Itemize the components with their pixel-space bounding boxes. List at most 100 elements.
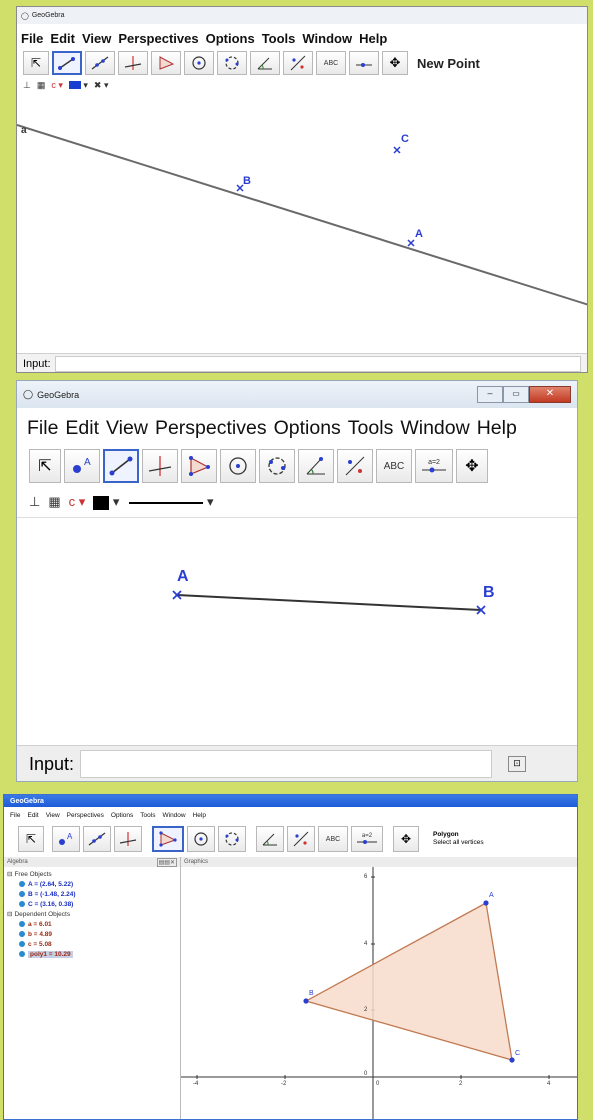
perpendicular-tool-button[interactable] bbox=[114, 826, 142, 852]
algebra-item-poly1[interactable]: poly1 = 10.29 bbox=[7, 949, 180, 959]
point-tool-button[interactable] bbox=[52, 51, 82, 75]
move-tool-button[interactable]: ⇱ bbox=[23, 51, 49, 75]
angle-tool-button[interactable] bbox=[256, 826, 284, 852]
point-tool-button[interactable]: A bbox=[52, 826, 80, 852]
angle-tool-button[interactable] bbox=[250, 51, 280, 75]
menu-tools[interactable]: Tools bbox=[262, 31, 296, 46]
menu-options[interactable]: Options bbox=[111, 812, 133, 819]
window-title-bar: GeoGebra bbox=[4, 795, 577, 807]
close-button[interactable]: ✕ bbox=[529, 386, 571, 403]
text-tool-button[interactable]: ABC bbox=[376, 449, 412, 483]
slider-tool-button[interactable]: a=2 bbox=[351, 826, 383, 852]
grid-toggle-icon[interactable]: ▦ bbox=[37, 80, 46, 91]
menu-perspectives[interactable]: Perspectives bbox=[67, 812, 104, 819]
visibility-toggle-icon[interactable] bbox=[19, 951, 25, 957]
circle-three-points-button[interactable] bbox=[218, 826, 246, 852]
color-picker-icon[interactable]: ▾ bbox=[93, 494, 119, 510]
visibility-toggle-icon[interactable] bbox=[19, 891, 25, 897]
segment-tool-button[interactable] bbox=[103, 449, 139, 483]
maximize-button[interactable]: ▭ bbox=[503, 386, 529, 403]
perpendicular-tool-button[interactable] bbox=[118, 51, 148, 75]
menu-tools[interactable]: Tools bbox=[348, 417, 394, 440]
circle-three-points-button[interactable] bbox=[217, 51, 247, 75]
visibility-toggle-icon[interactable] bbox=[19, 921, 25, 927]
menu-edit[interactable]: Edit bbox=[27, 812, 38, 819]
menu-edit[interactable]: Edit bbox=[65, 417, 99, 440]
reflect-tool-button[interactable] bbox=[337, 449, 373, 483]
input-help-button[interactable]: ⊡ bbox=[508, 756, 527, 772]
menu-tools[interactable]: Tools bbox=[140, 812, 155, 819]
free-objects-header[interactable]: ⊟ Free Objects bbox=[7, 869, 180, 879]
algebra-item-b[interactable]: B = (-1.48, 2.24) bbox=[7, 889, 180, 899]
text-tool-button[interactable]: ABC bbox=[318, 826, 348, 852]
menu-help[interactable]: Help bbox=[193, 812, 206, 819]
algebra-item-seg-a[interactable]: a = 6.01 bbox=[7, 919, 180, 929]
line-tool-button[interactable] bbox=[85, 51, 115, 75]
point-tool-button[interactable]: A bbox=[64, 449, 100, 483]
move-tool-button[interactable]: ⇱ bbox=[29, 449, 61, 483]
menu-view[interactable]: View bbox=[82, 31, 111, 46]
line-style-icon[interactable]: ▾ bbox=[129, 494, 214, 510]
menu-file[interactable]: File bbox=[10, 812, 20, 819]
algebra-item-c[interactable]: C = (3.16, 0.38) bbox=[7, 899, 180, 909]
reflect-tool-button[interactable] bbox=[283, 51, 313, 75]
circle-tool-button[interactable] bbox=[184, 51, 214, 75]
graphics-view[interactable]: Graphics A B C -4 -2 0 2 4 6 4 2 0 bbox=[181, 857, 578, 1120]
menu-perspectives[interactable]: Perspectives bbox=[155, 417, 267, 440]
graphics-view[interactable]: A B bbox=[17, 517, 577, 743]
menu-window[interactable]: Window bbox=[302, 31, 352, 46]
menu-edit[interactable]: Edit bbox=[50, 31, 75, 46]
point-capture-icon[interactable]: c ▾ bbox=[69, 494, 86, 510]
algebra-item-seg-c[interactable]: c = 5.08 bbox=[7, 939, 180, 949]
graphics-canvas[interactable] bbox=[181, 867, 578, 1120]
angle-tool-button[interactable] bbox=[298, 449, 334, 483]
move-tool-button[interactable]: ⇱ bbox=[18, 826, 44, 852]
grid-toggle-icon[interactable]: ▦ bbox=[48, 494, 60, 510]
text-tool-button[interactable]: ABC bbox=[316, 51, 346, 75]
point-capture-icon[interactable]: c ▾ bbox=[51, 80, 63, 91]
visibility-toggle-icon[interactable] bbox=[19, 901, 25, 907]
slider-tool-button[interactable]: a=2 bbox=[415, 449, 453, 483]
menu-window[interactable]: Window bbox=[162, 812, 185, 819]
polygon-tool-button[interactable] bbox=[151, 51, 181, 75]
move-graphics-button[interactable]: ✥ bbox=[382, 51, 408, 75]
point-style-icon[interactable]: ✖ ▾ bbox=[94, 80, 109, 91]
algebra-item-seg-b[interactable]: b = 4.89 bbox=[7, 929, 180, 939]
polygon-tool-button[interactable] bbox=[181, 449, 217, 483]
axes-toggle-icon[interactable]: ⊥ bbox=[29, 494, 40, 510]
dependent-objects-header[interactable]: ⊟ Dependent Objects bbox=[7, 909, 180, 919]
move-graphics-button[interactable]: ✥ bbox=[456, 449, 488, 483]
minimize-button[interactable]: – bbox=[477, 386, 503, 403]
perpendicular-tool-button[interactable] bbox=[142, 449, 178, 483]
menu-file[interactable]: File bbox=[27, 417, 58, 440]
graphics-canvas[interactable] bbox=[17, 518, 577, 743]
slider-tool-button[interactable] bbox=[349, 51, 379, 75]
menu-options[interactable]: Options bbox=[206, 31, 255, 46]
circle-three-points-button[interactable] bbox=[259, 449, 295, 483]
menu-options[interactable]: Options bbox=[274, 417, 341, 440]
input-field[interactable] bbox=[80, 750, 493, 778]
menu-view[interactable]: View bbox=[46, 812, 60, 819]
graphics-view[interactable]: a B A C bbox=[17, 95, 587, 353]
move-graphics-button[interactable]: ✥ bbox=[393, 826, 419, 852]
algebra-item-a[interactable]: A = (2.64, 5.22) bbox=[7, 879, 180, 889]
reflect-tool-button[interactable] bbox=[287, 826, 315, 852]
circle-tool-button[interactable] bbox=[187, 826, 215, 852]
menu-help[interactable]: Help bbox=[359, 31, 387, 46]
menu-view[interactable]: View bbox=[106, 417, 148, 440]
axes-toggle-icon[interactable]: ⊥ bbox=[23, 80, 31, 91]
algebra-view-controls[interactable]: ▤▤✕ bbox=[156, 857, 177, 867]
visibility-toggle-icon[interactable] bbox=[19, 881, 25, 887]
circle-tool-button[interactable] bbox=[220, 449, 256, 483]
color-picker-icon[interactable]: ▾ bbox=[68, 80, 88, 91]
line-tool-button[interactable] bbox=[83, 826, 111, 852]
visibility-toggle-icon[interactable] bbox=[19, 931, 25, 937]
menu-window[interactable]: Window bbox=[400, 417, 469, 440]
visibility-toggle-icon[interactable] bbox=[19, 941, 25, 947]
polygon-tool-button[interactable] bbox=[152, 826, 184, 852]
input-field[interactable] bbox=[54, 356, 581, 372]
menu-help[interactable]: Help bbox=[477, 417, 517, 440]
menu-perspectives[interactable]: Perspectives bbox=[118, 31, 198, 46]
menu-file[interactable]: File bbox=[21, 31, 43, 46]
graphics-canvas[interactable] bbox=[17, 95, 588, 353]
